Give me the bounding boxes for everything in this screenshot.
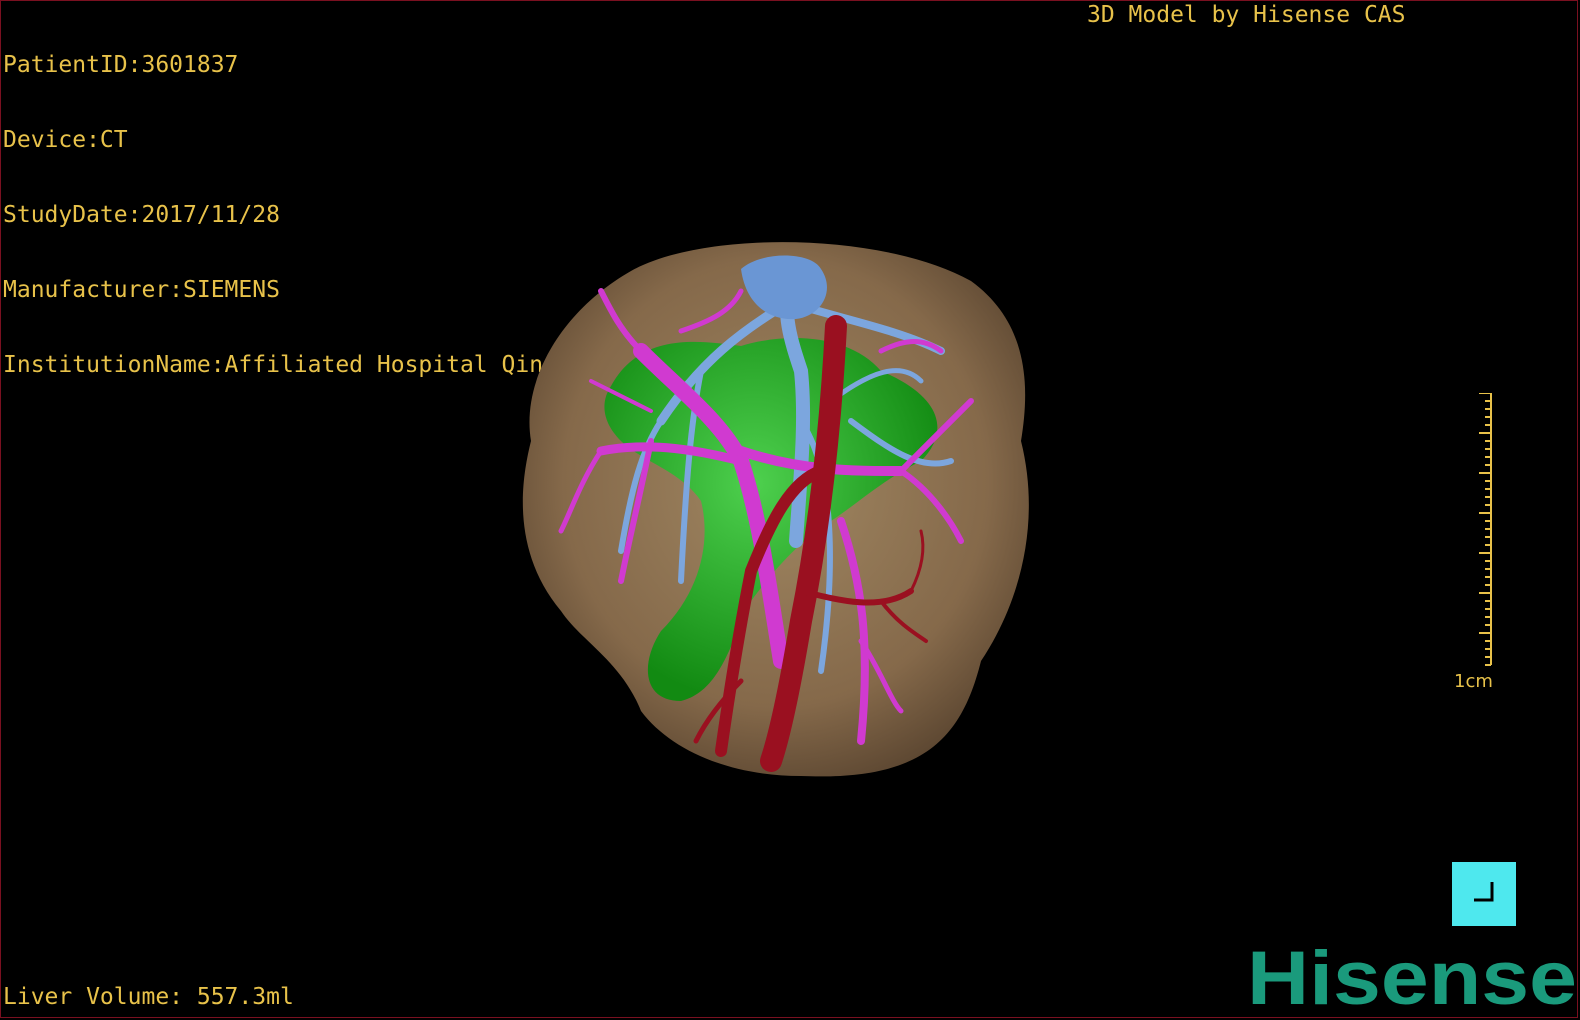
liver-3d-model[interactable] xyxy=(501,221,1061,801)
model-credit-text: 3D Model by Hisense CAS xyxy=(1087,2,1406,28)
scale-bar xyxy=(1479,393,1492,666)
liver-volume-text: Liver Volume: 557.3ml xyxy=(3,984,294,1010)
hisense-logo: Hisense xyxy=(1247,936,1577,1016)
resize-corner-icon xyxy=(1474,882,1494,902)
scale-bar-label: 1cm xyxy=(1454,671,1493,692)
3d-viewport[interactable]: PatientID:3601837 Device:CT StudyDate:20… xyxy=(0,0,1578,1018)
hisense-logo-text: Hisense xyxy=(1247,936,1577,1016)
patient-id-text: PatientID:3601837 xyxy=(3,52,239,78)
resize-corner-button[interactable] xyxy=(1452,862,1516,926)
device-text: Device:CT xyxy=(3,127,128,153)
